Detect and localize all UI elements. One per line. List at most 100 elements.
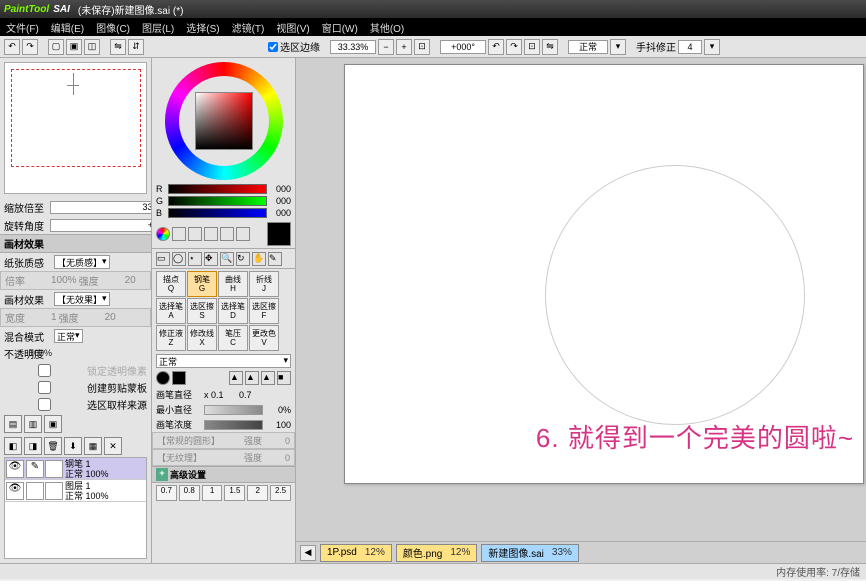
- scratch-icon[interactable]: [236, 227, 250, 241]
- tip-shape2[interactable]: ▲: [245, 371, 259, 385]
- mix-mode-select[interactable]: 正常▾: [54, 329, 83, 343]
- menu-select[interactable]: 选择(S): [180, 20, 225, 35]
- zoom-input[interactable]: [330, 40, 376, 54]
- tool-钢笔[interactable]: 钢笔G: [187, 271, 217, 297]
- menu-window[interactable]: 窗口(W): [316, 20, 364, 35]
- advanced-toggle[interactable]: +高级设置: [152, 466, 295, 483]
- clip-mask-checkbox[interactable]: [4, 381, 85, 394]
- gray-mode-icon[interactable]: [204, 227, 218, 241]
- size-preset[interactable]: 2.5: [270, 485, 291, 501]
- eyedropper-tool[interactable]: ✎: [268, 252, 282, 266]
- selection-edge-checkbox[interactable]: 选区边缘: [268, 39, 320, 54]
- palette-icon[interactable]: [220, 227, 234, 241]
- size-preset[interactable]: 1.5: [224, 485, 245, 501]
- visibility-toggle[interactable]: 👁: [6, 460, 24, 478]
- new-folder-button[interactable]: ▣: [44, 415, 62, 433]
- menu-edit[interactable]: 编辑(E): [45, 20, 90, 35]
- hsv-mode-icon[interactable]: [188, 227, 202, 241]
- menu-view[interactable]: 视图(V): [270, 20, 315, 35]
- merge-down-button[interactable]: ⬇: [64, 437, 82, 455]
- brush-mode-select[interactable]: 正常▾: [156, 354, 291, 368]
- tool-描点[interactable]: 描点Q: [156, 271, 186, 297]
- tip-round[interactable]: [156, 371, 170, 385]
- nav-rotate-input[interactable]: [50, 219, 152, 232]
- hand-tool[interactable]: ✋: [252, 252, 266, 266]
- r-slider[interactable]: [168, 184, 267, 194]
- tip-shape4[interactable]: ■: [277, 371, 291, 385]
- tool-修正液[interactable]: 修正液Z: [156, 325, 186, 351]
- color-wheel[interactable]: [165, 62, 283, 180]
- sv-box[interactable]: [195, 92, 253, 150]
- tool-曲线[interactable]: 曲线H: [218, 271, 248, 297]
- marquee-show[interactable]: ◫: [84, 39, 100, 55]
- apply-mask-button[interactable]: ◨: [24, 437, 42, 455]
- tool-选区擦[interactable]: 选区擦S: [187, 298, 217, 324]
- rotate-reset-button[interactable]: ⊡: [524, 39, 540, 55]
- marquee-invert[interactable]: ▣: [66, 39, 82, 55]
- min-size-slider[interactable]: [204, 405, 263, 415]
- zoom-in-button[interactable]: +: [396, 39, 412, 55]
- rotate-ccw-button[interactable]: ↶: [488, 39, 504, 55]
- flatten-button[interactable]: ▦: [84, 437, 102, 455]
- visibility-toggle[interactable]: 👁: [6, 482, 24, 500]
- tool-更改色[interactable]: 更改色V: [249, 325, 279, 351]
- rotate-input[interactable]: [440, 40, 486, 54]
- document-tab[interactable]: 颜色.png12%: [396, 544, 477, 562]
- mirror-button[interactable]: ⇋: [542, 39, 558, 55]
- tool-折线[interactable]: 折线J: [249, 271, 279, 297]
- clear-layer-button[interactable]: ✕: [104, 437, 122, 455]
- zoom-reset-button[interactable]: ⊡: [414, 39, 430, 55]
- g-slider[interactable]: [168, 196, 267, 206]
- add-mask-button[interactable]: ◧: [4, 437, 22, 455]
- rotate-tool[interactable]: ↻: [236, 252, 250, 266]
- rgb-mode-icon[interactable]: [172, 227, 186, 241]
- delete-layer-button[interactable]: 🗑: [44, 437, 62, 455]
- layer-item[interactable]: 👁 ✎ 钢笔 1正常 100%: [5, 458, 146, 480]
- tool-笔压[interactable]: 笔压C: [218, 325, 248, 351]
- fx-select[interactable]: 【无效果】▾: [54, 292, 110, 306]
- tool-选择笔[interactable]: 选择笔A: [156, 298, 186, 324]
- menu-file[interactable]: 文件(F): [0, 20, 45, 35]
- marquee-deselect[interactable]: ▢: [48, 39, 64, 55]
- nav-zoom-input[interactable]: [50, 201, 152, 214]
- b-slider[interactable]: [168, 208, 267, 218]
- rotate-cw-button[interactable]: ↷: [506, 39, 522, 55]
- menu-layer[interactable]: 图层(L): [136, 20, 180, 35]
- menu-image[interactable]: 图像(C): [90, 20, 136, 35]
- undo-button[interactable]: ↶: [4, 39, 20, 55]
- magic-wand-tool[interactable]: ⋆: [188, 252, 202, 266]
- size-preset[interactable]: 0.8: [179, 485, 200, 501]
- foreground-color[interactable]: [267, 222, 291, 246]
- size-preset[interactable]: 1: [202, 485, 223, 501]
- tool-选区擦[interactable]: 选区擦F: [249, 298, 279, 324]
- sample-src-checkbox[interactable]: [4, 398, 85, 411]
- layer-item[interactable]: 👁 图层 1正常 100%: [5, 480, 146, 502]
- flip-v-button[interactable]: ⇵: [128, 39, 144, 55]
- flip-h-button[interactable]: ⇋: [110, 39, 126, 55]
- color-mode-icon[interactable]: [156, 227, 170, 241]
- stabilize-dropdown-icon[interactable]: ▾: [704, 39, 720, 55]
- document-tab[interactable]: 1P.psd12%: [320, 544, 392, 562]
- tool-选择笔[interactable]: 选择笔D: [218, 298, 248, 324]
- menu-other[interactable]: 其他(O): [364, 20, 410, 35]
- blend-mode-input[interactable]: [568, 40, 608, 54]
- lasso-tool[interactable]: ◯: [172, 252, 186, 266]
- new-vector-layer-button[interactable]: ▥: [24, 415, 42, 433]
- blend-dropdown-icon[interactable]: ▾: [610, 39, 626, 55]
- stabilize-input[interactable]: [678, 40, 702, 54]
- navigator[interactable]: [4, 62, 147, 194]
- zoom-tool[interactable]: 🔍: [220, 252, 234, 266]
- protect-alpha-checkbox[interactable]: [4, 364, 85, 377]
- tip-shape1[interactable]: ▲: [229, 371, 243, 385]
- move-tool[interactable]: ✥: [204, 252, 218, 266]
- tip-flat[interactable]: [172, 371, 186, 385]
- density-slider[interactable]: [204, 420, 263, 430]
- paper-select[interactable]: 【无质感】▾: [54, 255, 110, 269]
- tip-shape3[interactable]: ▲: [261, 371, 275, 385]
- document-tab[interactable]: 新建图像.sai33%: [481, 544, 579, 562]
- zoom-out-button[interactable]: −: [378, 39, 394, 55]
- redo-button[interactable]: ↷: [22, 39, 38, 55]
- new-layer-button[interactable]: ▤: [4, 415, 22, 433]
- menu-filter[interactable]: 滤镜(T): [226, 20, 271, 35]
- rect-select-tool[interactable]: ▭: [156, 252, 170, 266]
